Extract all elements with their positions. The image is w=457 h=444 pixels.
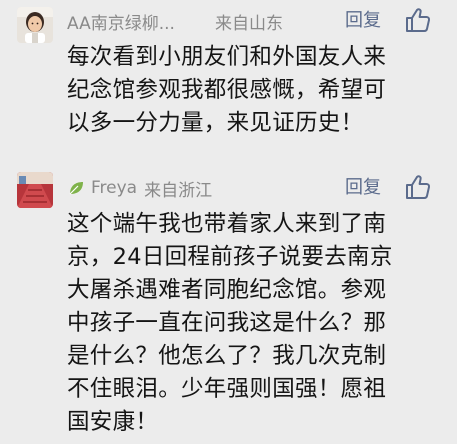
leaf-icon (69, 182, 83, 195)
comment-text-line: 是什么？他怎么了？我几次克制 (67, 343, 387, 369)
comment-text: 这个端午我也带着家人来到了南 京，24日回程前孩子说要去南京 大屠杀遇难者同胞纪… (67, 208, 445, 439)
like-button[interactable] (404, 6, 432, 34)
reply-button[interactable]: 回复 (345, 173, 381, 203)
comment-text-line: 大屠杀遇难者同胞纪念馆。参观 (67, 277, 387, 303)
avatar[interactable] (17, 172, 53, 208)
comment-text-line: 每次看到小朋友们和外国友人来 (67, 44, 387, 70)
comment-text-line: 这个端午我也带着家人来到了南 (67, 211, 387, 237)
commenter-location: 来自山东 (215, 13, 283, 34)
avatar[interactable] (17, 7, 53, 43)
red-stairs-avatar (17, 172, 53, 208)
commenter-location: 来自浙江 (144, 180, 213, 201)
like-button[interactable] (404, 173, 432, 201)
comment-text-line: 国安康！ (67, 409, 159, 435)
thumbs-up-icon (406, 8, 431, 32)
comment-text-line: 京，24日回程前孩子说要去南京 (67, 244, 393, 270)
comment-text-line: 以多一分力量，来见证历史！ (67, 110, 364, 136)
comment-meta: AA南京绿柳... 来自山东 (67, 6, 283, 36)
comment-meta: Freya 来自浙江 (67, 173, 212, 203)
child-photo-avatar (17, 7, 53, 43)
commenter-name[interactable]: AA南京绿柳... (67, 9, 207, 34)
comment-text: 每次看到小朋友们和外国友人来 纪念馆参观我都很感慨，希望可 以多一分力量，来见证… (67, 41, 445, 140)
reply-button[interactable]: 回复 (345, 6, 381, 36)
comment-text-line: 不住眼泪。少年强则国强！愿祖 (67, 376, 387, 402)
commenter-name[interactable]: Freya (91, 178, 137, 198)
thumbs-up-icon (406, 175, 431, 199)
comment-item: Freya 来自浙江 回复 这个端午我也带着家人来到了南 京，24日回程前孩子说… (0, 160, 457, 444)
comment-text-line: 纪念馆参观我都很感慨，希望可 (67, 77, 387, 103)
comment-item: AA南京绿柳... 来自山东 回复 每次看到小朋友们和外国友人来 纪念馆参观我都… (0, 0, 457, 160)
comment-text-line: 中孩子一直在问我这是什么？那 (67, 310, 387, 336)
